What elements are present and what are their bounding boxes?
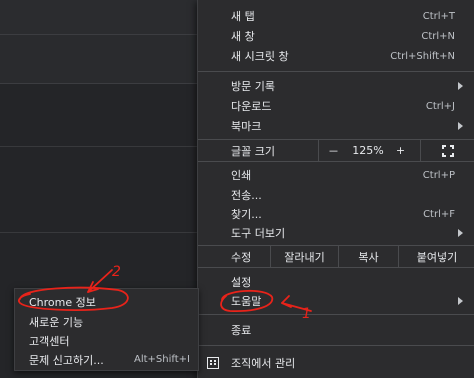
chevron-right-icon: [458, 297, 463, 305]
menu-item-help[interactable]: 도움말: [198, 291, 474, 311]
menu-item-cast[interactable]: 전송...: [198, 185, 474, 205]
menu-item-label: 새 시크릿 창: [231, 50, 289, 63]
menu-item-label: 북마크: [231, 120, 262, 133]
fullscreen-button[interactable]: [420, 140, 474, 161]
edit-label: 수정: [231, 251, 252, 264]
help-submenu: Chrome 정보 새로운 기능 고객센터 문제 신고하기... Alt+Shi…: [14, 288, 199, 371]
zoom-row: 글꼴 크기 － 125% +: [198, 140, 474, 161]
shortcut-text: Ctrl+P: [422, 169, 455, 181]
menu-item-label: 종료: [231, 324, 252, 337]
menu-item-label: 방문 기록: [231, 80, 275, 93]
menu-item-print[interactable]: 인쇄 Ctrl+P: [198, 165, 474, 185]
submenu-item-about-chrome[interactable]: Chrome 정보: [15, 292, 198, 311]
menu-item-new-window[interactable]: 새 창 Ctrl+N: [198, 26, 474, 46]
menu-item-bookmarks[interactable]: 북마크: [198, 116, 474, 136]
chevron-right-icon: [458, 82, 463, 90]
menu-item-label: 설정: [231, 276, 252, 289]
menu-item-settings[interactable]: 설정: [198, 272, 474, 292]
zoom-in-button[interactable]: +: [388, 140, 413, 161]
menu-item-find[interactable]: 찾기... Ctrl+F: [198, 204, 474, 224]
submenu-item-label: 문제 신고하기...: [29, 353, 104, 367]
menu-item-more-tools[interactable]: 도구 더보기: [198, 223, 474, 243]
menu-item-label: 도구 더보기: [231, 227, 286, 240]
menu-item-history[interactable]: 방문 기록: [198, 76, 474, 96]
menu-separator: [198, 314, 474, 315]
copy-button[interactable]: 복사: [338, 246, 398, 267]
divider: [0, 232, 200, 233]
submenu-item-label: 새로운 기능: [29, 315, 84, 329]
zoom-out-button[interactable]: －: [318, 140, 348, 161]
menu-item-label: 새 창: [231, 30, 255, 43]
menu-item-label: 다운로드: [231, 100, 272, 113]
menu-item-label: 찾기...: [231, 208, 262, 221]
menu-item-label: 전송...: [231, 189, 262, 202]
paste-button[interactable]: 붙여넣기: [398, 246, 474, 267]
menu-separator: [198, 71, 474, 72]
fullscreen-icon: [442, 144, 454, 157]
zoom-level: 125%: [352, 144, 384, 157]
menu-separator: [198, 345, 474, 346]
building-icon: [207, 357, 219, 369]
submenu-item-report-issue[interactable]: 문제 신고하기... Alt+Shift+I: [15, 350, 198, 369]
chrome-menu: 새 탭 Ctrl+T 새 창 Ctrl+N 새 시크릿 창 Ctrl+Shift…: [197, 0, 474, 378]
menu-item-label: 인쇄: [231, 169, 252, 182]
cut-button[interactable]: 잘라내기: [270, 246, 338, 267]
zoom-label: 글꼴 크기: [231, 145, 275, 158]
menu-item-new-tab[interactable]: 새 탭 Ctrl+T: [198, 6, 474, 26]
shortcut-text: Ctrl+T: [422, 10, 455, 22]
shortcut-text: Ctrl+F: [423, 208, 455, 220]
submenu-item-whats-new[interactable]: 새로운 기능: [15, 312, 198, 331]
submenu-item-label: Chrome 정보: [29, 295, 96, 309]
managed-by-org-item[interactable]: 조직에서 관리: [198, 352, 474, 374]
edit-row: 수정 잘라내기 복사 붙여넣기: [198, 246, 474, 267]
shortcut-text: Ctrl+J: [425, 100, 455, 112]
divider: [0, 146, 200, 147]
menu-item-label: 도움말: [231, 295, 262, 308]
menu-item-downloads[interactable]: 다운로드 Ctrl+J: [198, 96, 474, 116]
menu-item-exit[interactable]: 종료: [198, 320, 474, 340]
submenu-item-help-center[interactable]: 고객센터: [15, 331, 198, 350]
menu-item-new-incognito[interactable]: 새 시크릿 창 Ctrl+Shift+N: [198, 46, 474, 66]
chevron-right-icon: [458, 122, 463, 130]
shortcut-text: Ctrl+Shift+N: [390, 50, 455, 62]
menu-separator: [198, 267, 474, 268]
shortcut-text: Alt+Shift+I: [134, 354, 190, 365]
shortcut-text: Ctrl+N: [421, 30, 455, 42]
submenu-item-label: 고객센터: [29, 334, 70, 348]
chevron-right-icon: [458, 229, 463, 237]
menu-item-label: 조직에서 관리: [231, 357, 296, 370]
menu-item-label: 새 탭: [231, 10, 255, 23]
menu-separator: [198, 161, 474, 162]
